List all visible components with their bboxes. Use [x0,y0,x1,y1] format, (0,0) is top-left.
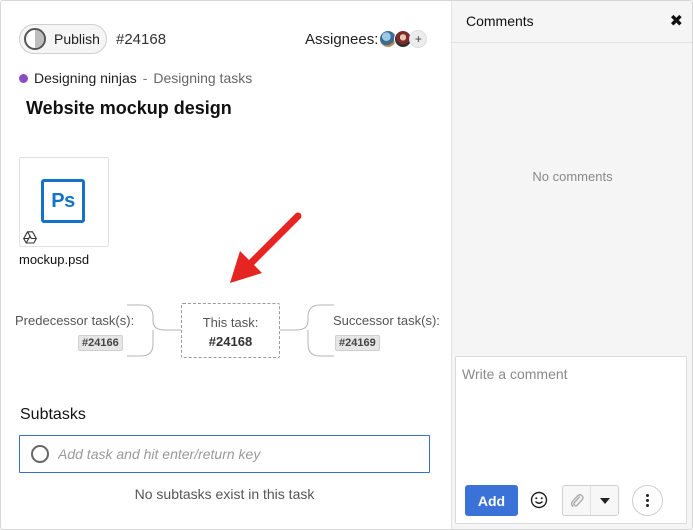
task-main-pane: Publish #24168 Assignees: + Designing ni… [1,1,451,529]
assignees: Assignees: + [305,30,428,48]
breadcrumb-separator: - [142,70,148,86]
photoshop-file-icon: Ps [41,179,85,223]
more-options-button[interactable] [632,485,663,516]
predecessor-connector [127,304,181,357]
this-task-label: This task: [202,315,259,330]
chevron-down-icon [599,497,610,504]
subtask-input-container[interactable] [19,435,430,473]
this-task-id: #24168 [208,334,253,349]
attachment-file-name[interactable]: mockup.psd [19,252,89,267]
google-drive-icon [23,231,37,244]
page-title[interactable]: Website mockup design [26,98,232,119]
paperclip-icon [570,493,584,507]
annotation-arrow-icon [230,212,302,283]
successor-label: Successor task(s): [333,313,440,328]
comments-header: Comments ✖ [452,1,692,43]
publish-toggle-button[interactable]: Publish [19,24,107,54]
project-name[interactable]: Designing ninjas [34,70,137,86]
comment-input[interactable] [462,366,680,466]
comment-composer: Add [455,356,687,524]
publish-label: Publish [54,31,100,47]
attach-button-group [562,485,619,516]
half-circle-toggle-icon [24,28,46,50]
subtasks-empty-text: No subtasks exist in this task [134,486,315,502]
tasklist-name[interactable]: Designing tasks [153,70,252,86]
subtasks-heading: Subtasks [20,406,86,423]
comments-empty-text: No comments [532,169,613,184]
predecessor-label: Predecessor task(s): [15,313,135,328]
emoji-icon[interactable] [529,490,549,510]
breadcrumb: Designing ninjas - Designing tasks [19,70,252,86]
attachment-card[interactable]: Ps [19,157,109,247]
attach-file-button[interactable] [563,486,591,515]
task-id: #24168 [116,31,167,48]
comments-pane: Comments ✖ No comments Add [451,1,692,529]
close-icon[interactable]: ✖ [670,11,683,31]
more-vertical-icon [646,494,649,497]
task-detail-panel: Publish #24168 Assignees: + Designing ni… [0,0,693,530]
project-color-dot [19,73,28,83]
predecessor-task-tag[interactable]: #24166 [78,335,123,351]
this-task-box: This task: #24168 [181,303,280,358]
successor-task-tag[interactable]: #24169 [335,335,380,351]
assignees-label: Assignees: [305,30,379,48]
subtask-input[interactable] [58,439,429,469]
successor-connector [280,304,334,357]
add-assignee-button[interactable]: + [409,30,428,48]
comments-title: Comments [466,13,534,29]
attach-options-dropdown[interactable] [591,486,618,515]
add-comment-button[interactable]: Add [465,485,518,516]
circle-checkbox-icon [31,445,49,463]
